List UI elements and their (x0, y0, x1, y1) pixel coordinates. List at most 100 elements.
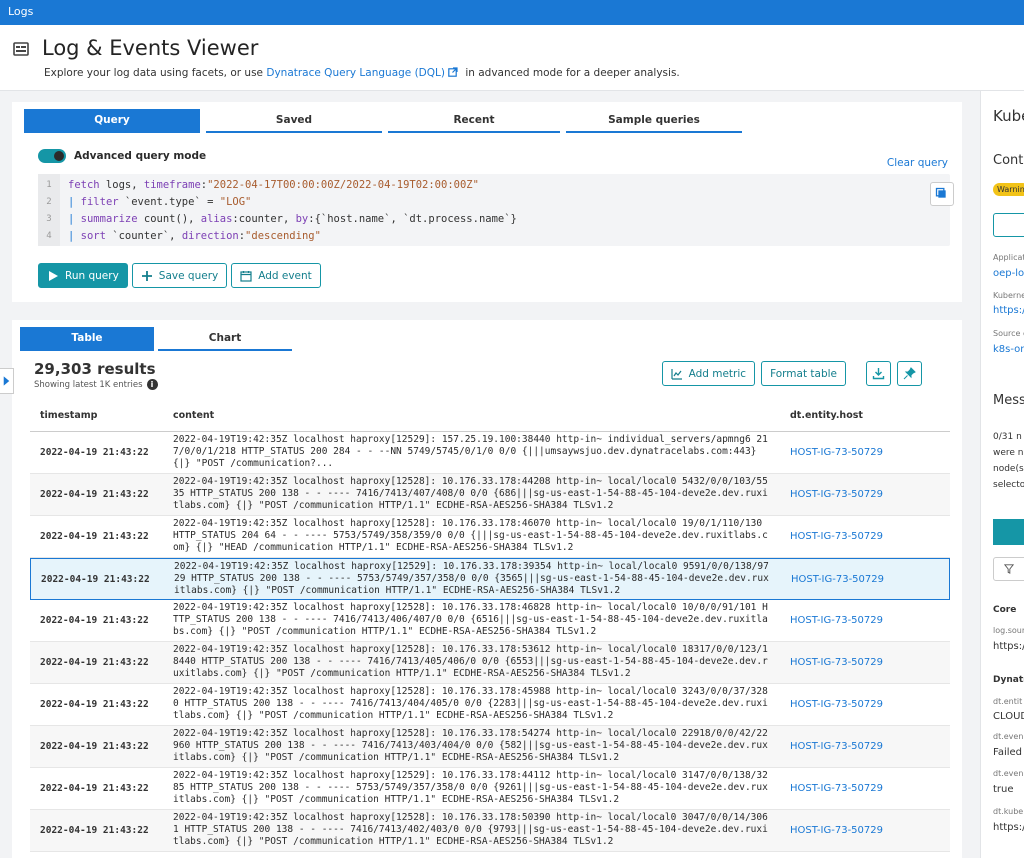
cell-content: 2022-04-19T19:42:35Z localhost haproxy[1… (173, 476, 768, 512)
add-event-button[interactable]: Add event (231, 263, 321, 288)
clear-query-link[interactable]: Clear query (887, 157, 948, 169)
format-table-label: Format table (770, 367, 837, 380)
column-header-timestamp[interactable]: timestamp (40, 410, 97, 421)
cell-timestamp: 2022-04-19 21:43:22 (40, 447, 149, 458)
chevron-right-icon (3, 376, 10, 386)
table-row[interactable]: 2022-04-19 21:43:22 2022-04-19T19:42:35Z… (30, 810, 950, 852)
add-metric-button[interactable]: Add metric (661, 361, 756, 386)
cell-host-link[interactable]: HOST-IG-73-50729 (790, 447, 883, 458)
cell-content: 2022-04-19T19:42:35Z localhost haproxy[1… (173, 812, 768, 848)
advanced-mode-label: Advanced query mode (74, 150, 207, 162)
table-row[interactable]: 2022-04-19 21:43:22 2022-04-19T19:42:35Z… (30, 684, 950, 726)
cell-host-link[interactable]: HOST-IG-73-50729 (790, 741, 883, 752)
format-table-button[interactable]: Format table (761, 361, 846, 386)
message-line: 0/31 n (993, 432, 1022, 442)
details-label: Kuberne (993, 291, 1024, 300)
tab-chart[interactable]: Chart (158, 327, 292, 351)
calendar-add-icon (240, 270, 252, 282)
table-row[interactable]: 2022-04-19 21:43:22 2022-04-19T19:42:35Z… (30, 516, 950, 558)
details-value-link[interactable]: k8s-on (993, 344, 1024, 355)
table-row[interactable]: 2022-04-19 21:43:22 2022-04-19T19:42:35Z… (30, 432, 950, 474)
table-row[interactable]: 2022-04-19 21:43:22 2022-04-19T19:42:35Z… (30, 642, 950, 684)
pin-icon (903, 367, 916, 380)
save-query-button[interactable]: Save query (131, 263, 228, 288)
filter-icon (1004, 564, 1014, 574)
column-header-host[interactable]: dt.entity.host (790, 410, 863, 421)
details-action-button[interactable] (993, 213, 1024, 237)
details-value-link[interactable]: oep-lo (993, 268, 1024, 279)
cell-host-link[interactable]: HOST-IG-73-50729 (790, 489, 883, 500)
tab-saved[interactable]: Saved (206, 109, 382, 133)
cell-content: 2022-04-19T19:42:35Z localhost haproxy[1… (173, 602, 768, 638)
cell-host-link[interactable]: HOST-IG-73-50729 (790, 657, 883, 668)
results-count: 29,303 results (34, 360, 156, 378)
details-filter-button[interactable] (993, 557, 1024, 581)
tab-recent[interactable]: Recent (388, 109, 560, 133)
message-line: selecto (993, 480, 1024, 490)
details-panel: Kube Conte Warnin Applicat oep-lo Kubern… (980, 91, 1024, 858)
cell-content: 2022-04-19T19:42:35Z localhost haproxy[1… (173, 728, 768, 764)
code-line-1: 1 fetch logs, timeframe:"2022-04-17T00:00… (46, 178, 479, 191)
details-primary-button[interactable] (993, 519, 1024, 545)
cell-host-link[interactable]: HOST-IG-73-50729 (790, 825, 883, 836)
code-line-4: 4 | sort `counter`, direction:"descending… (46, 229, 321, 242)
cell-host-link[interactable]: HOST-IG-73-50729 (790, 783, 883, 794)
table-row[interactable]: 2022-04-19 21:43:22 2022-04-19T19:42:35Z… (30, 474, 950, 516)
cell-host-link[interactable]: HOST-IG-73-50729 (790, 699, 883, 710)
results-panel: Table Chart 29,303 results Showing lates… (12, 320, 962, 858)
cell-timestamp: 2022-04-19 21:43:22 (40, 783, 149, 794)
results-subtitle: Showing latest 1K entries i (34, 379, 158, 390)
cell-timestamp: 2022-04-19 21:43:22 (40, 531, 149, 542)
table-row[interactable]: 2022-04-19 21:43:22 2022-04-19T19:42:35Z… (30, 600, 950, 642)
log-viewer-icon (13, 42, 29, 56)
page-subtitle: Explore your log data using facets, or u… (44, 67, 680, 79)
cell-timestamp: 2022-04-19 21:43:22 (40, 699, 149, 710)
results-subtitle-text: Showing latest 1K entries (34, 379, 143, 390)
cell-host-link[interactable]: HOST-IG-73-50729 (791, 574, 884, 585)
details-value-link[interactable]: https:/ (993, 305, 1024, 316)
cell-content: 2022-04-19T19:42:35Z localhost haproxy[1… (173, 770, 768, 806)
play-icon (49, 270, 58, 281)
code-line-2: 2 | filter `event.type` = "LOG" (46, 195, 252, 208)
info-icon[interactable]: i (146, 379, 158, 390)
message-line: node(s (993, 464, 1024, 474)
details-label: dt.even (993, 732, 1024, 741)
code-line-3: 3 | summarize count(), alias:counter, by:… (46, 212, 517, 225)
details-value: https:/ (993, 822, 1024, 833)
table-row[interactable]: 2022-04-19 21:43:22 2022-04-19T19:42:35Z… (30, 726, 950, 768)
download-button[interactable] (866, 361, 891, 386)
column-header-content[interactable]: content (173, 410, 214, 421)
copy-query-button[interactable] (930, 182, 954, 206)
top-bar: Logs (0, 0, 1024, 25)
cell-host-link[interactable]: HOST-IG-73-50729 (790, 615, 883, 626)
details-label: dt.even (993, 769, 1024, 778)
external-link-icon[interactable] (448, 67, 458, 77)
tab-sample-queries[interactable]: Sample queries (566, 109, 742, 133)
run-query-button[interactable]: Run query (38, 263, 128, 288)
subtitle-text-pre: Explore your log data using facets, or u… (44, 67, 267, 79)
top-bar-title: Logs (8, 5, 34, 18)
plus-icon (141, 270, 152, 281)
cell-timestamp: 2022-04-19 21:43:22 (40, 741, 149, 752)
query-editor[interactable]: 1 fetch logs, timeframe:"2022-04-17T00:00… (38, 174, 950, 246)
tab-query[interactable]: Query (24, 109, 200, 133)
cell-timestamp: 2022-04-19 21:43:22 (40, 825, 149, 836)
cell-content: 2022-04-19T19:42:35Z localhost haproxy[1… (173, 644, 768, 680)
details-label: dt.kube (993, 807, 1024, 816)
query-actions: Run query Save query Add event (38, 263, 321, 288)
page-header: Log & Events Viewer Explore your log dat… (0, 25, 1024, 91)
sidebar-expand-button[interactable] (0, 368, 14, 394)
warning-badge: Warnin (993, 183, 1024, 196)
cell-host-link[interactable]: HOST-IG-73-50729 (790, 531, 883, 542)
table-tools: Add metric Format table (661, 361, 922, 386)
table-row-selected[interactable]: 2022-04-19 21:43:22 2022-04-19T19:42:35Z… (30, 558, 950, 600)
cell-timestamp: 2022-04-19 21:43:22 (40, 615, 149, 626)
tab-table[interactable]: Table (20, 327, 154, 351)
table-row[interactable]: 2022-04-19 21:43:22 2022-04-19T19:42:35Z… (30, 768, 950, 810)
dql-link[interactable]: Dynatrace Query Language (DQL) (266, 67, 445, 79)
details-value: Failed (993, 747, 1023, 758)
page-title: Log & Events Viewer (42, 36, 259, 60)
details-label: log.sour (993, 626, 1024, 635)
pin-button[interactable] (897, 361, 922, 386)
advanced-mode-toggle[interactable] (38, 149, 66, 163)
